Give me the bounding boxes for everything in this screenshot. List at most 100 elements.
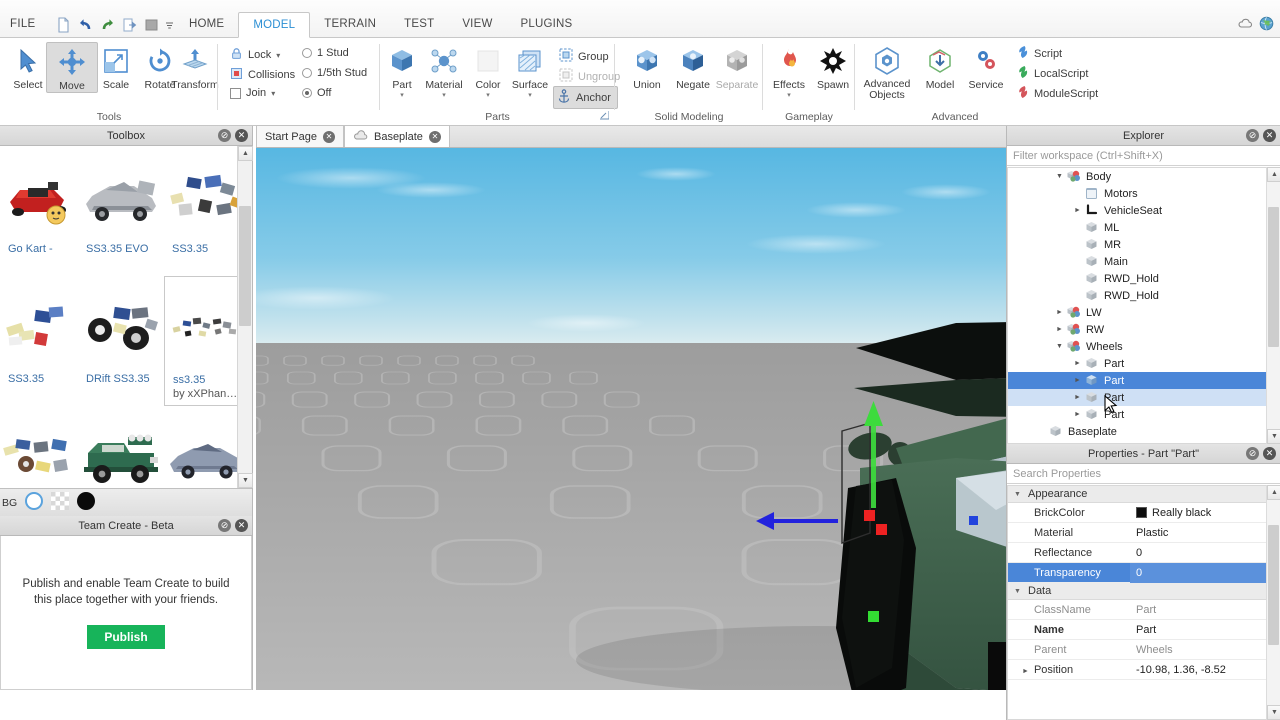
union-button[interactable]: Union [621,42,673,91]
explorer-scroll-up-icon[interactable]: ▲ [1267,167,1280,182]
undo-icon[interactable] [77,16,94,34]
explorer-row[interactable]: RWD_Hold [1008,287,1266,304]
property-row[interactable]: Transparency 0 [1008,562,1266,583]
insert-modulescript-button[interactable]: ModuleScript [1013,83,1104,104]
team-create-undock-icon[interactable]: ⊘ [218,519,231,532]
bg-black-circle[interactable] [76,491,96,514]
insert-script-button[interactable]: Script [1013,43,1068,64]
chevron-right-icon[interactable]: ► [1054,326,1065,333]
toolbox-item-selected[interactable]: ss3.35 by xXPhan… [164,276,237,406]
join-checkbox-icon[interactable] [230,87,241,99]
properties-scrollbar[interactable]: ▲ ▼ [1266,485,1280,720]
property-row[interactable]: Reflectance 0 [1008,543,1266,563]
chevron-right-icon[interactable]: ► [1054,309,1065,316]
publish-button[interactable]: Publish [87,625,165,649]
explorer-row[interactable]: RWD_Hold [1008,270,1266,287]
ribbon-tab-test[interactable]: TEST [390,14,448,38]
chevron-right-icon[interactable]: ► [1022,668,1029,675]
properties-scroll-thumb[interactable] [1268,525,1279,645]
dialog-launcher-icon[interactable] [600,111,610,122]
explorer-row[interactable]: ▼ Wheels [1008,338,1266,355]
new-document-icon[interactable] [55,16,72,34]
properties-close-icon[interactable]: ✕ [1263,447,1276,460]
insert-model-button[interactable]: Model [917,42,963,91]
chevron-down-icon[interactable]: ▼ [1014,491,1024,498]
explorer-row[interactable]: Main [1008,253,1266,270]
toolbox-item[interactable]: SS3.35 [164,146,237,276]
toolbox-undock-icon[interactable]: ⊘ [218,129,231,142]
insert-part-button[interactable]: Part ▾ [382,42,422,99]
join-toggle[interactable]: Join ▾ [230,87,275,99]
surface-caret-icon[interactable]: ▾ [506,92,554,99]
chevron-right-icon[interactable]: ► [1072,360,1083,367]
toolbox-item[interactable]: Go Kart - [0,146,78,276]
chevron-down-icon[interactable]: ▼ [1054,343,1065,350]
group-button[interactable]: Group [556,46,615,67]
ribbon-tab-model[interactable]: MODEL [238,12,311,38]
explorer-row[interactable]: ► VehicleSeat [1008,202,1266,219]
join-dropdown-caret-icon[interactable]: ▾ [271,89,275,98]
toolbox-scroll-thumb[interactable] [239,206,251,326]
team-create-close-icon[interactable]: ✕ [235,519,248,532]
toolbox-item[interactable]: [SS3.35] Old [78,406,164,488]
publish-icon[interactable] [121,16,138,34]
explorer-row[interactable]: ► RW [1008,321,1266,338]
part-caret-icon[interactable]: ▾ [382,92,422,99]
color-caret-icon[interactable]: ▾ [468,92,508,99]
property-category-header[interactable]: ▼ Appearance [1008,486,1266,503]
snap-off-radio[interactable]: Off [302,87,331,99]
chevron-right-icon[interactable]: ► [1072,411,1083,418]
snap-1-stud-radio[interactable]: 1 Stud [302,47,349,59]
redo-icon[interactable] [99,16,116,34]
property-value[interactable]: Plastic [1130,527,1266,539]
explorer-scroll-down-icon[interactable]: ▼ [1267,429,1280,444]
property-value[interactable]: -10.98, 1.36, -8.52 [1130,664,1266,676]
toolbox-close-icon[interactable]: ✕ [235,129,248,142]
properties-search-input[interactable] [1013,467,1267,480]
bg-transparent-checker[interactable] [51,492,70,513]
3d-viewport[interactable] [256,148,1006,690]
help-globe-icon[interactable] [1259,16,1274,34]
explorer-filter-box[interactable] [1007,146,1280,166]
property-value[interactable]: 0 [1130,562,1266,583]
explorer-row[interactable]: MR [1008,236,1266,253]
explorer-row[interactable]: ► Part [1008,355,1266,372]
snap-fifth-stud-radio[interactable]: 1/5th Stud [302,67,367,79]
surface-button[interactable]: Surface ▾ [506,42,554,99]
properties-scroll-down-icon[interactable]: ▼ [1267,705,1280,720]
property-row[interactable]: ClassName Part [1008,600,1266,620]
property-value[interactable]: Wheels [1130,644,1266,656]
properties-undock-icon[interactable]: ⊘ [1246,447,1259,460]
ribbon-tab-view[interactable]: VIEW [448,14,506,38]
anchor-button[interactable]: Anchor [553,86,618,109]
chevron-right-icon[interactable]: ► [1072,207,1083,214]
cloud-icon[interactable] [1237,17,1253,34]
explorer-filter-input[interactable] [1013,149,1267,162]
spawn-button[interactable]: Spawn [807,42,859,91]
collisions-toggle[interactable]: Collisions [230,67,295,83]
toolbox-item[interactable]: SS3.35 EVO [78,146,164,276]
properties-list[interactable]: ▼ Appearance BrickColor Really black Materia… [1007,485,1266,720]
scroll-up-arrow-icon[interactable]: ▲ [238,146,253,161]
ribbon-tab-terrain[interactable]: TERRAIN [310,14,390,38]
toolbox-item[interactable]: DRift SS3.35 [78,276,164,406]
toolbox-scrollbar[interactable]: ▲ ▼ [237,146,253,488]
toolbox-item[interactable]: SS3.35 [0,276,78,406]
lock-toggle[interactable]: Lock ▾ [230,47,280,63]
toolbox-item[interactable]: S2000 [164,406,237,488]
chevron-right-icon[interactable]: ► [1072,394,1083,401]
property-row[interactable]: BrickColor Really black [1008,503,1266,523]
explorer-row[interactable]: ▼ Body [1008,168,1266,185]
tab-start-page-close-icon[interactable]: ✕ [322,130,335,143]
tab-start-page[interactable]: Start Page ✕ [256,125,344,147]
explorer-undock-icon[interactable]: ⊘ [1246,129,1259,142]
ribbon-tab-plugins[interactable]: PLUGINS [507,14,587,38]
explorer-row[interactable]: ► LW [1008,304,1266,321]
chevron-right-icon[interactable]: ► [1072,377,1083,384]
toolbox-item[interactable]: ss3.35 [0,406,78,488]
property-row[interactable]: ► Position -10.98, 1.36, -8.52 [1008,660,1266,680]
material-button[interactable]: Material ▾ [420,42,468,99]
scroll-down-arrow-icon[interactable]: ▼ [238,473,253,488]
chevron-down-icon[interactable]: ▼ [1054,173,1065,180]
explorer-row[interactable]: ► Part [1008,389,1266,406]
